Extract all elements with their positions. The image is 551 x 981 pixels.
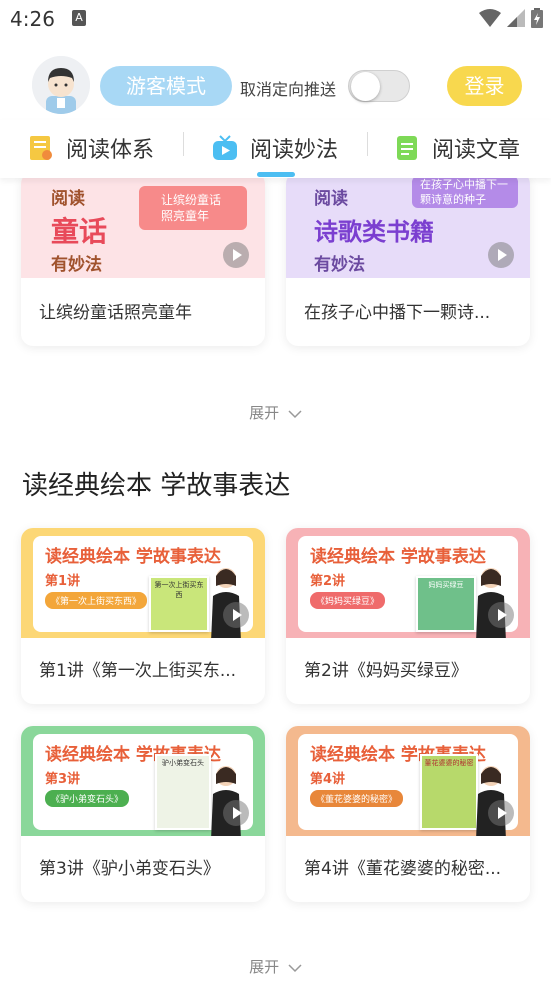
thumb-panel: 读经典绘本 学故事表达 第3讲 《驴小弟变石头》 驴小弟变石头 [33,734,253,836]
book-cover: 妈妈买绿豆 [416,576,476,632]
lesson-card-4[interactable]: 读经典绘本 学故事表达 第4讲 《董花婆婆的秘密》 董花婆婆的秘密 第4讲《董花… [286,726,530,902]
thumb-book-tag: 《驴小弟变石头》 [45,790,130,807]
lesson-card-2[interactable]: 读经典绘本 学故事表达 第2讲 《妈妈买绿豆》 妈妈买绿豆 第2讲《妈妈买绿豆》 [286,528,530,704]
card-thumbnail: 读经典绘本 学故事表达 第4讲 《董花婆婆的秘密》 董花婆婆的秘密 [286,726,530,836]
status-icons [479,8,543,28]
tab-reading-methods[interactable]: 阅读妙法 [212,126,338,170]
status-bar: 4:26 A [0,0,551,36]
section-title: 读经典绘本 学故事表达 [22,471,291,501]
thumb-lesson: 第4讲 [310,772,346,787]
card-caption: 第1讲《第一次上街买东... [39,661,237,681]
tab-label: 阅读妙法 [250,138,339,163]
book-cover: 董花婆婆的秘密 [420,754,478,830]
thumb-title: 童话 [51,215,108,248]
targeted-push-label: 取消定向推送 [240,80,337,99]
notification-icon: A [72,10,86,26]
lesson-card-1[interactable]: 读经典绘本 学故事表达 第1讲 《第一次上街买东西》 第一次上街买东西 第1讲《… [21,528,265,704]
tab-divider [367,132,368,156]
play-icon [488,800,514,826]
tab-label: 阅读体系 [66,138,155,163]
card-thumbnail: 读经典绘本 学故事表达 第3讲 《驴小弟变石头》 驴小弟变石头 [21,726,265,836]
thumb-title: 诗歌类书籍 [314,217,434,246]
thumb-lesson: 第1讲 [45,574,81,589]
thumb-panel: 读经典绘本 学故事表达 第4讲 《董花婆婆的秘密》 董花婆婆的秘密 [298,734,518,836]
lesson-card-3[interactable]: 读经典绘本 学故事表达 第3讲 《驴小弟变石头》 驴小弟变石头 第3讲《驴小弟变… [21,726,265,902]
tab-divider [183,132,184,156]
avatar[interactable] [32,56,90,114]
chevron-down-icon [288,963,302,972]
expand-button[interactable]: 展开 [0,402,551,423]
card-thumbnail: 读经典绘本 学故事表达 第1讲 《第一次上街买东西》 第一次上街买东西 [21,528,265,638]
book-cover: 第一次上街买东西 [149,576,209,632]
book-cover: 驴小弟变石头 [155,754,211,830]
play-icon [223,800,249,826]
video-card-poetry[interactable]: 阅读 诗歌类书籍 有妙法 在孩子心中播下一颗诗意的种子 在孩子心中播下一颗诗..… [286,172,530,346]
targeted-push-toggle[interactable] [348,70,410,102]
cell-signal-icon [507,9,525,27]
play-icon [223,242,249,268]
card-caption: 第3讲《驴小弟变石头》 [39,859,220,879]
card-thumbnail: 读经典绘本 学故事表达 第2讲 《妈妈买绿豆》 妈妈买绿豆 [286,528,530,638]
battery-icon [531,8,543,28]
thumb-banner: 读经典绘本 学故事表达 [45,547,221,567]
active-tab-indicator [257,172,295,177]
tv-icon [213,135,237,160]
wifi-icon [479,9,501,27]
thumb-text: 有妙法 [314,255,365,275]
thumb-book-tag: 《第一次上街买东西》 [45,592,148,609]
reading-system-icon [30,136,52,160]
thumb-text: 有妙法 [51,255,102,275]
expand-label: 展开 [249,404,280,422]
video-card-fairy-tale[interactable]: 阅读 童话 有妙法 让缤纷童话照亮童年 让缤纷童话照亮童年 [21,172,265,346]
guest-mode-button[interactable]: 游客模式 [100,66,232,106]
article-icon [397,136,417,160]
play-icon [488,602,514,628]
thumb-lesson: 第3讲 [45,772,81,787]
thumb-bubble: 让缤纷童话照亮童年 [139,186,247,230]
thumb-lesson: 第2讲 [310,574,346,589]
thumb-panel: 读经典绘本 学故事表达 第2讲 《妈妈买绿豆》 妈妈买绿豆 [298,536,518,638]
tab-bar: 阅读体系 阅读妙法 阅读文章 [0,120,551,178]
thumb-text: 阅读 [314,189,348,209]
thumb-book-tag: 《妈妈买绿豆》 [310,592,386,609]
book-cover-title: 妈妈买绿豆 [428,581,464,589]
expand-button[interactable]: 展开 [0,956,551,977]
tab-reading-articles[interactable]: 阅读文章 [394,126,520,170]
card-caption: 第4讲《董花婆婆的秘密... [304,859,502,879]
toggle-knob [351,72,380,101]
thumb-book-tag: 《董花婆婆的秘密》 [310,790,404,807]
book-cover-title: 第一次上街买东西 [154,581,204,599]
chevron-down-icon [288,409,302,418]
top-header: 游客模式 取消定向推送 登录 [0,56,551,118]
expand-label: 展开 [249,958,280,976]
login-button[interactable]: 登录 [447,66,522,106]
thumb-panel: 读经典绘本 学故事表达 第1讲 《第一次上街买东西》 第一次上街买东西 [33,536,253,638]
card-caption: 第2讲《妈妈买绿豆》 [304,661,468,681]
thumb-text: 阅读 [51,189,85,209]
status-time: 4:26 [10,7,55,31]
book-cover-title: 驴小弟变石头 [162,759,204,767]
book-cover-title: 董花婆婆的秘密 [424,759,474,767]
card-thumbnail: 阅读 童话 有妙法 让缤纷童话照亮童年 [21,172,265,278]
tab-reading-system[interactable]: 阅读体系 [28,126,154,170]
thumb-bubble: 在孩子心中播下一颗诗意的种子 [412,176,518,208]
play-icon [223,602,249,628]
user-avatar-icon [32,56,90,114]
thumb-banner: 读经典绘本 学故事表达 [310,547,486,567]
play-icon [488,242,514,268]
card-caption: 在孩子心中播下一颗诗... [304,303,491,323]
tab-label: 阅读文章 [432,138,521,163]
card-thumbnail: 阅读 诗歌类书籍 有妙法 在孩子心中播下一颗诗意的种子 [286,172,530,278]
card-caption: 让缤纷童话照亮童年 [39,303,192,323]
